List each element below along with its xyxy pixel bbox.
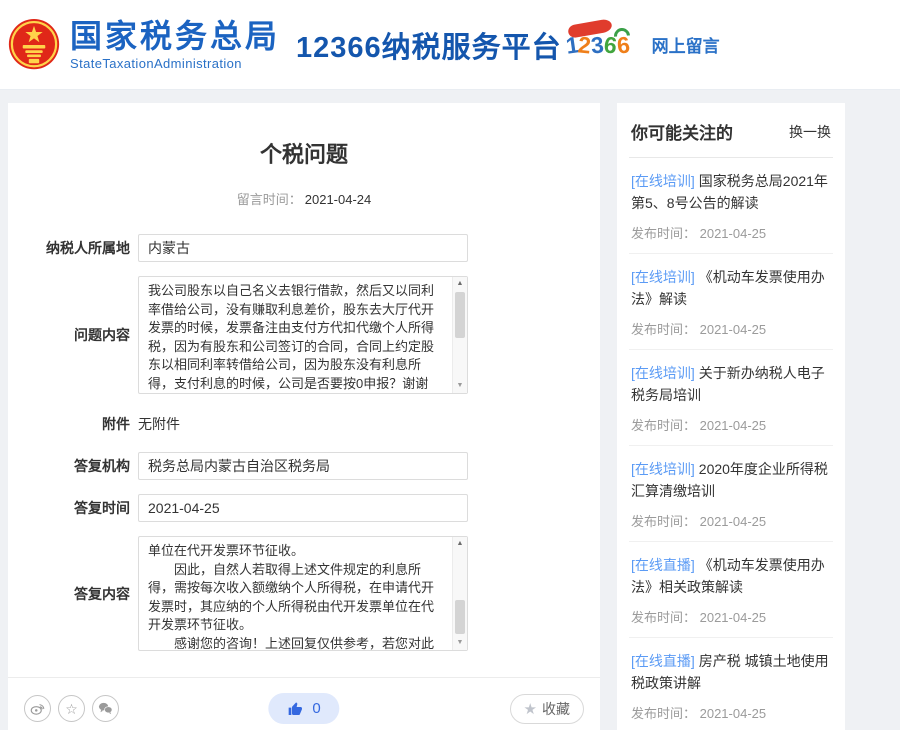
related-list: [在线培训]国家税务总局2021年第5、8号公告的解读 发布时间： 2021-0…: [629, 158, 833, 730]
star-icon: ☆: [65, 702, 78, 716]
reply-content-row: 答复内容 单位在代开发票环节征收。 因此，自然人若取得上述文件规定的利息所得，需…: [8, 536, 600, 651]
wechat-icon: [98, 701, 113, 716]
item-category-tag: [在线直播]: [631, 653, 695, 669]
question-text: 我公司股东以自己名义去银行借款，然后又以同利率借给公司，没有赚取利息差价，股东去…: [139, 277, 467, 393]
sidebar-title: 你可能关注的: [631, 119, 733, 144]
related-sidebar: 你可能关注的 换一换 [在线培训]国家税务总局2021年第5、8号公告的解读 发…: [617, 103, 845, 730]
wechat-share-button[interactable]: [92, 695, 119, 722]
item-publish-date: 发布时间： 2021-04-25: [631, 703, 831, 722]
list-item[interactable]: [在线培训]国家税务总局2021年第5、8号公告的解读 发布时间： 2021-0…: [629, 158, 833, 254]
item-publish-date: 发布时间： 2021-04-25: [631, 511, 831, 530]
message-detail-card: 个税问题 留言时间：2021-04-24 纳税人所属地 内蒙古 问题内容 我公司…: [8, 103, 600, 730]
region-label: 纳税人所属地: [8, 238, 138, 258]
attachment-label: 附件: [8, 414, 138, 434]
reply-text: 单位在代开发票环节征收。 因此，自然人若取得上述文件规定的利息所得，需按每次收入…: [139, 537, 467, 650]
page-title: 个税问题: [8, 137, 600, 169]
scroll-down-icon[interactable]: ▼: [453, 380, 467, 392]
item-category-tag: [在线培训]: [631, 365, 695, 381]
item-title-line: [在线培训]《机动车发票使用办法》解读: [631, 266, 831, 310]
sidebar-header: 你可能关注的 换一换: [629, 117, 833, 158]
item-title-line: [在线培训]2020年度企业所得税汇算清缴培训: [631, 458, 831, 502]
thumbs-up-icon: [287, 701, 303, 717]
message-time-value: 2021-04-24: [305, 192, 372, 207]
item-category-tag: [在线培训]: [631, 269, 695, 285]
favorite-button[interactable]: ★ 收藏: [510, 694, 584, 724]
list-item[interactable]: [在线直播]房产税 城镇土地使用税政策讲解 发布时间： 2021-04-25: [629, 638, 833, 730]
list-item[interactable]: [在线培训]2020年度企业所得税汇算清缴培训 发布时间： 2021-04-25: [629, 446, 833, 542]
star-icon: ★: [524, 700, 537, 718]
item-title-line: [在线培训]关于新办纳税人电子税务局培训: [631, 362, 831, 406]
question-scrollbar[interactable]: ▲ ▼: [452, 277, 467, 393]
reply-time-row: 答复时间 2021-04-25: [8, 494, 600, 522]
action-footer: ☆ 0 ★ 收藏: [8, 677, 600, 730]
message-time-label: 留言时间：: [237, 192, 302, 207]
item-category-tag: [在线直播]: [631, 557, 695, 573]
attachment-row: 附件 无附件: [8, 414, 600, 434]
reply-content-label: 答复内容: [8, 584, 138, 604]
reply-scrollbar[interactable]: ▲ ▼: [452, 537, 467, 650]
item-title-line: [在线培训]国家税务总局2021年第5、8号公告的解读: [631, 170, 831, 214]
share-buttons: ☆: [24, 695, 119, 722]
scroll-up-icon[interactable]: ▲: [453, 538, 467, 550]
refresh-list-button[interactable]: 换一换: [789, 122, 831, 142]
item-publish-date: 发布时间： 2021-04-25: [631, 415, 831, 434]
platform-title: 12366纳税服务平台: [296, 24, 562, 66]
message-form: 纳税人所属地 内蒙古 问题内容 我公司股东以自己名义去银行借款，然后又以同利率借…: [8, 234, 600, 651]
question-label: 问题内容: [8, 325, 138, 345]
item-title-line: [在线直播]房产税 城镇土地使用税政策讲解: [631, 650, 831, 694]
scroll-down-icon[interactable]: ▼: [453, 637, 467, 649]
org-title-block: 国家税务总局 StateTaxationAdministration: [70, 19, 280, 71]
weibo-icon: [30, 701, 45, 716]
region-row: 纳税人所属地 内蒙古: [8, 234, 600, 262]
scrollbar-thumb[interactable]: [455, 292, 465, 338]
scrollbar-thumb[interactable]: [455, 600, 465, 634]
scroll-up-icon[interactable]: ▲: [453, 278, 467, 290]
reply-time-field[interactable]: 2021-04-25: [138, 494, 468, 522]
reply-org-row: 答复机构 税务总局内蒙古自治区税务局: [8, 452, 600, 480]
like-button[interactable]: 0: [268, 693, 339, 724]
org-name: 国家税务总局: [70, 19, 280, 53]
reply-org-field[interactable]: 税务总局内蒙古自治区税务局: [138, 452, 468, 480]
site-header: 国家税务总局 StateTaxationAdministration 12366…: [0, 0, 900, 90]
list-item[interactable]: [在线培训]《机动车发票使用办法》解读 发布时间： 2021-04-25: [629, 254, 833, 350]
question-textarea[interactable]: 我公司股东以自己名义去银行借款，然后又以同利率借给公司，没有赚取利息差价，股东去…: [138, 276, 468, 394]
favorite-label: 收藏: [542, 699, 570, 719]
item-category-tag: [在线培训]: [631, 173, 695, 189]
qzone-share-button[interactable]: ☆: [58, 695, 85, 722]
item-publish-date: 发布时间： 2021-04-25: [631, 319, 831, 338]
12366-hotline-logo-icon: 12366: [566, 20, 628, 70]
item-title-line: [在线直播]《机动车发票使用办法》相关政策解读: [631, 554, 831, 598]
org-name-english: StateTaxationAdministration: [70, 56, 280, 71]
region-field[interactable]: 内蒙古: [138, 234, 468, 262]
item-category-tag: [在线培训]: [631, 461, 695, 477]
item-publish-date: 发布时间： 2021-04-25: [631, 223, 831, 242]
question-row: 问题内容 我公司股东以自己名义去银行借款，然后又以同利率借给公司，没有赚取利息差…: [8, 276, 600, 394]
reply-textarea[interactable]: 单位在代开发票环节征收。 因此，自然人若取得上述文件规定的利息所得，需按每次收入…: [138, 536, 468, 651]
nav-online-message-link[interactable]: 网上留言: [652, 32, 720, 57]
china-national-emblem-icon: [8, 15, 60, 75]
item-publish-date: 发布时间： 2021-04-25: [631, 607, 831, 626]
like-count: 0: [312, 700, 320, 717]
weibo-share-button[interactable]: [24, 695, 51, 722]
reply-org-label: 答复机构: [8, 456, 138, 476]
reply-time-label: 答复时间: [8, 498, 138, 518]
list-item[interactable]: [在线培训]关于新办纳税人电子税务局培训 发布时间： 2021-04-25: [629, 350, 833, 446]
message-time-line: 留言时间：2021-04-24: [8, 189, 600, 208]
page-content: 个税问题 留言时间：2021-04-24 纳税人所属地 内蒙古 问题内容 我公司…: [0, 90, 900, 730]
attachment-value: 无附件: [138, 414, 468, 434]
list-item[interactable]: [在线直播]《机动车发票使用办法》相关政策解读 发布时间： 2021-04-25: [629, 542, 833, 638]
